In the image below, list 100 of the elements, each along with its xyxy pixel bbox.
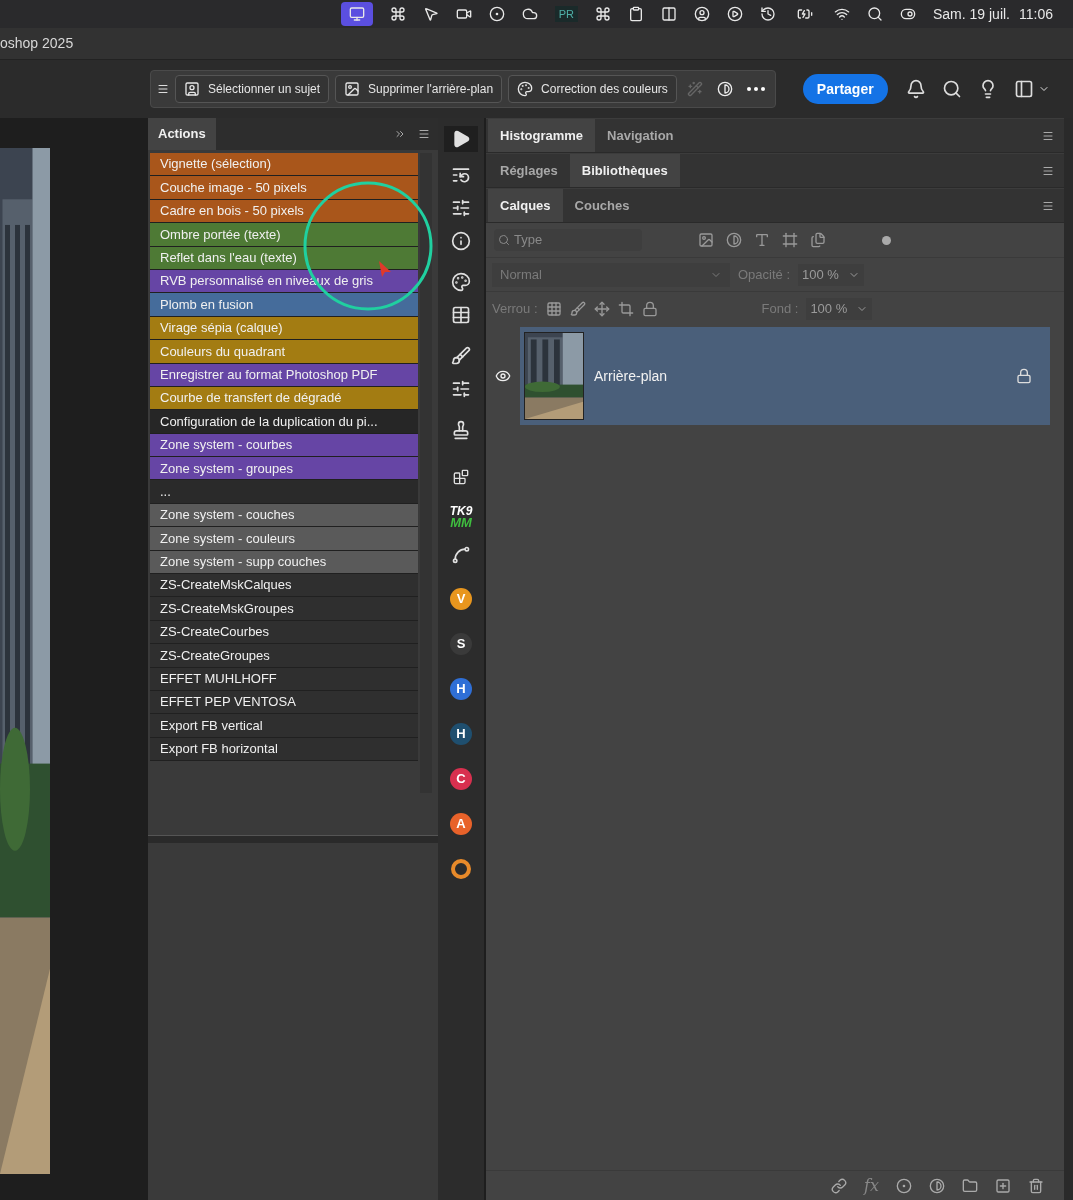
action-item[interactable]: Plomb en fusion	[150, 293, 418, 317]
play-icon[interactable]	[726, 6, 743, 22]
more-icon[interactable]	[746, 87, 765, 91]
action-item[interactable]: ZS-CreateCourbes	[150, 620, 418, 645]
app-badge[interactable]: PR	[554, 5, 578, 23]
folder-icon[interactable]	[962, 1177, 978, 1194]
collapse-icon[interactable]	[394, 128, 406, 140]
plugin-logo[interactable]: A	[450, 813, 472, 835]
action-item[interactable]: Enregistrer au format Photoshop PDF	[150, 363, 418, 387]
scrollbar[interactable]	[1064, 118, 1073, 1200]
plugin-logo[interactable]: H	[450, 723, 472, 745]
control-center-icon[interactable]	[899, 6, 916, 22]
panel-tab[interactable]: Réglages	[488, 154, 570, 187]
action-item[interactable]: Zone system - courbes	[150, 433, 418, 458]
panel-tab[interactable]: Calques	[488, 189, 563, 222]
path-icon[interactable]	[451, 545, 471, 565]
action-item[interactable]: Zone system - supp couches	[150, 550, 418, 575]
action-item[interactable]: Couche image - 50 pixels	[150, 176, 418, 200]
action-item[interactable]: Reflet dans l'eau (texte)	[150, 246, 418, 270]
table-icon[interactable]	[451, 305, 471, 325]
action-item[interactable]: Export FB horizontal	[150, 737, 418, 762]
palette-icon[interactable]	[451, 272, 471, 292]
history-icon[interactable]	[759, 6, 776, 22]
share-button[interactable]: Partager	[802, 74, 888, 104]
columns-icon[interactable]	[660, 6, 677, 22]
lock-position-icon[interactable]	[593, 300, 610, 317]
action-item[interactable]: ZS-CreateMskGroupes	[150, 597, 418, 621]
panel-icon[interactable]	[1013, 79, 1034, 99]
new-layer-icon[interactable]	[995, 1177, 1011, 1194]
filter-toggle-icon[interactable]	[882, 235, 891, 245]
layer-row[interactable]: Arrière-plan	[520, 327, 1050, 425]
lock-all-icon[interactable]	[641, 300, 658, 317]
panel-tab[interactable]: Couches	[562, 189, 642, 222]
lock-paint-icon[interactable]	[569, 300, 586, 317]
contrast-icon[interactable]	[716, 81, 733, 97]
bell-icon[interactable]	[905, 79, 926, 99]
screen-share-icon[interactable]	[340, 2, 373, 26]
opacity-field[interactable]: 100 %	[798, 263, 865, 286]
action-item[interactable]: ZS-CreateMskCalques	[150, 574, 418, 598]
action-item[interactable]: EFFET MUHLHOFF	[150, 667, 418, 691]
search-icon[interactable]	[941, 79, 962, 99]
panel-menu-icon[interactable]	[1042, 199, 1054, 212]
action-item[interactable]: Configuration de la duplication du pi...	[150, 410, 418, 434]
action-item[interactable]: Export FB vertical	[150, 714, 418, 738]
panel-tab[interactable]: Actions	[148, 118, 216, 150]
task-button[interactable]: Supprimer l'arrière-plan	[335, 75, 503, 103]
lock-artboard-icon[interactable]	[617, 300, 634, 317]
brush-icon[interactable]	[451, 346, 471, 366]
action-item[interactable]: ZS-CreateGroupes	[150, 644, 418, 668]
action-item[interactable]: Ombre portée (texte)	[150, 223, 418, 247]
task-button[interactable]: Sélectionner un sujet	[175, 75, 330, 103]
panel-menu-icon[interactable]	[1042, 129, 1054, 142]
user-icon[interactable]	[693, 6, 710, 22]
history-icon[interactable]	[451, 165, 471, 185]
action-item[interactable]: Zone system - couches	[150, 503, 418, 528]
pointer-icon[interactable]	[422, 6, 439, 22]
shape-filter-icon[interactable]	[782, 232, 798, 248]
camera-icon[interactable]	[455, 6, 472, 22]
mask-icon[interactable]	[896, 1177, 912, 1194]
brush-settings-icon[interactable]	[451, 379, 471, 399]
action-item[interactable]: ...	[150, 480, 418, 504]
sliders-icon[interactable]	[451, 198, 471, 218]
action-item[interactable]: EFFET PEP VENTOSA	[150, 691, 418, 715]
action-item[interactable]: Couleurs du quadrant	[150, 340, 418, 364]
plugin-icon[interactable]	[453, 469, 469, 485]
image-filter-icon[interactable]	[698, 232, 714, 248]
trash-icon[interactable]	[1028, 1177, 1044, 1194]
plugin-logo[interactable]: C	[450, 768, 472, 790]
panel-tab[interactable]: Histogramme	[488, 119, 596, 152]
action-item[interactable]: Cadre en bois - 50 pixels	[150, 199, 418, 224]
plugin-logo[interactable]: H	[450, 678, 472, 700]
adjustment-filter-icon[interactable]	[726, 232, 742, 248]
search-icon[interactable]	[866, 6, 883, 22]
action-item[interactable]: Zone system - groupes	[150, 457, 418, 481]
scrollbar[interactable]	[420, 153, 432, 793]
action-item[interactable]: Courbe de transfert de dégradé	[150, 386, 418, 411]
lock-icon[interactable]	[1016, 368, 1032, 384]
panel-menu-icon[interactable]	[1042, 164, 1054, 177]
action-item[interactable]: Vignette (sélection)	[150, 153, 418, 177]
task-button[interactable]: Correction des couleurs	[508, 75, 677, 103]
plugin-logo[interactable]: S	[450, 633, 472, 655]
smart-object-filter-icon[interactable]	[810, 232, 826, 248]
text-filter-icon[interactable]	[754, 232, 770, 248]
wifi-icon[interactable]	[833, 6, 850, 22]
lock-pixels-icon[interactable]	[545, 300, 562, 317]
resize-handle[interactable]	[148, 835, 438, 843]
cloud-icon[interactable]	[521, 6, 538, 22]
stamp-icon[interactable]	[451, 420, 471, 440]
panel-tab[interactable]: Bibliothèques	[569, 154, 680, 187]
tk-logo[interactable]: TK9 MM	[449, 506, 473, 528]
command-icon[interactable]	[389, 6, 406, 22]
circle-icon[interactable]	[488, 6, 505, 22]
action-item[interactable]: Virage sépia (calque)	[150, 316, 418, 341]
adjustment-icon[interactable]	[929, 1177, 945, 1194]
visibility-icon[interactable]	[495, 368, 511, 384]
action-item[interactable]: Zone system - couleurs	[150, 527, 418, 551]
play-button[interactable]	[444, 126, 478, 152]
link-icon[interactable]	[831, 1177, 848, 1194]
fill-field[interactable]: 100 %	[806, 297, 873, 320]
clipboard-icon[interactable]	[627, 6, 644, 22]
